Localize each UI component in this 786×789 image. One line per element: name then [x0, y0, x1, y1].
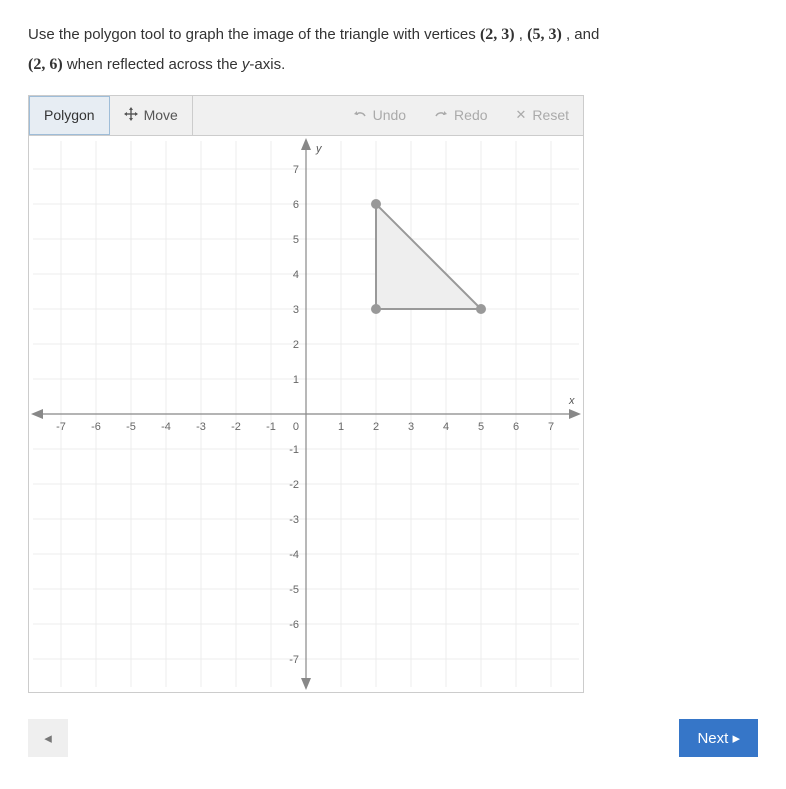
svg-text:0: 0 — [293, 421, 299, 433]
svg-text:3: 3 — [408, 421, 414, 433]
svg-text:-6: -6 — [289, 619, 299, 631]
svg-text:4: 4 — [293, 269, 299, 281]
undo-icon — [353, 107, 367, 123]
undo-button[interactable]: Undo — [339, 96, 420, 135]
prompt-text-2b: -axis. — [249, 56, 285, 73]
svg-text:-6: -6 — [91, 421, 101, 433]
vertex-2: (5, 3) — [527, 26, 562, 43]
undo-label: Undo — [373, 107, 406, 123]
svg-text:6: 6 — [513, 421, 519, 433]
svg-text:-2: -2 — [231, 421, 241, 433]
redo-label: Redo — [454, 107, 487, 123]
move-icon — [124, 107, 138, 124]
svg-text:-7: -7 — [56, 421, 66, 433]
polygon-tool-button[interactable]: Polygon — [29, 96, 110, 135]
vertex-1: (2, 3) — [480, 26, 515, 43]
svg-text:7: 7 — [548, 421, 554, 433]
svg-text:-2: -2 — [289, 479, 299, 491]
polygon-label: Polygon — [44, 107, 95, 123]
svg-text:2: 2 — [293, 339, 299, 351]
question-prompt: Use the polygon tool to graph the image … — [28, 20, 758, 81]
coordinate-plane-svg: -7 -6 -5 -4 -3 -2 -1 0 1 2 3 4 5 6 7 -7 -6 -5 -4 -3 -2 -1 1 2 3 4… — [29, 136, 583, 692]
svg-text:4: 4 — [443, 421, 449, 433]
reset-icon: ✕ — [516, 107, 527, 123]
svg-text:-3: -3 — [196, 421, 206, 433]
next-button[interactable]: Next ▸ — [679, 719, 758, 757]
move-tool-button[interactable]: Move — [110, 96, 193, 135]
svg-text:-3: -3 — [289, 514, 299, 526]
prev-button[interactable]: ◂ — [28, 719, 68, 757]
move-label: Move — [144, 107, 178, 123]
svg-text:1: 1 — [293, 374, 299, 386]
svg-text:-1: -1 — [266, 421, 276, 433]
prompt-text-1: Use the polygon tool to graph the image … — [28, 26, 480, 43]
sep-1: , — [519, 26, 527, 43]
svg-text:-5: -5 — [289, 584, 299, 596]
redo-button[interactable]: Redo — [420, 96, 501, 135]
next-label: Next ▸ — [697, 730, 740, 747]
reset-button[interactable]: ✕ Reset — [502, 96, 583, 135]
coordinate-plane[interactable]: -7 -6 -5 -4 -3 -2 -1 0 1 2 3 4 5 6 7 -7 -6 -5 -4 -3 -2 -1 1 2 3 4… — [29, 136, 583, 692]
svg-text:5: 5 — [478, 421, 484, 433]
prev-icon: ◂ — [44, 730, 52, 747]
reset-label: Reset — [532, 107, 569, 123]
graph-tool: Polygon Move Undo Redo ✕ Reset -7-6-5-4-… — [28, 95, 584, 693]
toolbar: Polygon Move Undo Redo ✕ Reset — [29, 96, 583, 136]
footer-nav: ◂ Next ▸ — [28, 719, 758, 757]
svg-text:-4: -4 — [161, 421, 171, 433]
svg-text:-1: -1 — [289, 444, 299, 456]
svg-text:7: 7 — [293, 164, 299, 176]
svg-text:-5: -5 — [126, 421, 136, 433]
svg-text:3: 3 — [293, 304, 299, 316]
sep-2: , and — [566, 26, 599, 43]
svg-text:2: 2 — [373, 421, 379, 433]
svg-text:1: 1 — [338, 421, 344, 433]
svg-text:6: 6 — [293, 199, 299, 211]
svg-text:5: 5 — [293, 234, 299, 246]
vertex-3: (2, 6) — [28, 56, 63, 73]
svg-text:-7: -7 — [289, 654, 299, 666]
prompt-text-2a: when reflected across the — [67, 56, 242, 73]
redo-icon — [434, 107, 448, 123]
svg-text:x: x — [568, 395, 575, 407]
svg-text:y: y — [315, 143, 323, 155]
svg-text:-4: -4 — [289, 549, 299, 561]
